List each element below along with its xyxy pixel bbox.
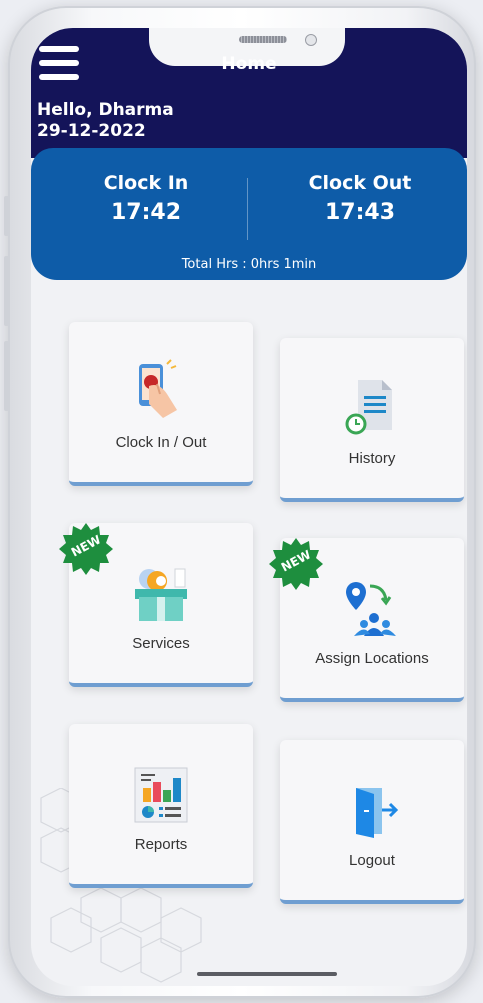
clock-in-time: 17:42 xyxy=(110,200,182,225)
tile-label: Logout xyxy=(349,852,395,869)
current-date: 29-12-2022 xyxy=(37,121,146,141)
clock-out-label: Clock Out xyxy=(308,172,412,194)
phone-frame: Home Hello, Dharma 29-12-2022 Clock In 1… xyxy=(4,6,476,998)
home-indicator[interactable] xyxy=(197,972,337,976)
logout-tile[interactable]: Logout xyxy=(280,740,464,904)
tile-label: History xyxy=(348,450,396,467)
greeting-text: Hello, Dharma xyxy=(37,100,174,120)
tile-label: Reports xyxy=(134,836,188,853)
divider xyxy=(247,178,248,240)
phone-side-button xyxy=(4,256,9,326)
history-icon xyxy=(345,380,392,435)
reports-icon xyxy=(134,767,188,823)
clock-in-out-icon xyxy=(139,359,177,418)
phone-side-button xyxy=(4,341,9,411)
hamburger-icon xyxy=(39,46,79,52)
user-greeting-block: Hello, Dharma 29-12-2022 xyxy=(37,100,174,142)
hamburger-icon xyxy=(39,74,79,80)
clock-out-time: 17:43 xyxy=(324,200,396,225)
clock-in-out-tile[interactable]: Clock In / Out xyxy=(69,322,253,486)
front-camera xyxy=(305,34,317,46)
history-tile[interactable]: History xyxy=(280,338,464,502)
app-screen: Home Hello, Dharma 29-12-2022 Clock In 1… xyxy=(31,28,467,986)
logout-icon xyxy=(356,788,399,838)
tile-label: Clock In / Out xyxy=(115,434,207,451)
services-icon xyxy=(135,568,187,621)
clock-in-summary: Clock In 17:42 xyxy=(46,172,246,225)
tile-label: Services xyxy=(132,635,190,652)
clock-out-summary: Clock Out 17:43 xyxy=(260,172,460,225)
page-title: Home xyxy=(221,54,277,74)
assign-locations-icon xyxy=(346,582,396,636)
reports-tile[interactable]: Reports xyxy=(69,724,253,888)
speaker-grille xyxy=(239,36,287,43)
clock-in-label: Clock In xyxy=(103,172,189,194)
tile-label: Assign Locations xyxy=(315,650,429,667)
total-hours: Total Hrs : 0hrs 1min xyxy=(181,257,317,272)
phone-side-button xyxy=(4,196,9,236)
